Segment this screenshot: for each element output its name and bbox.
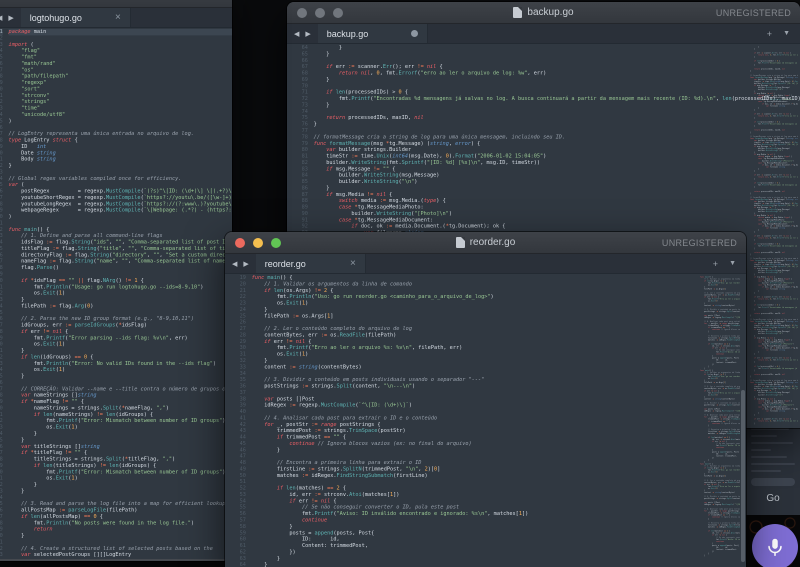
close-tab-icon[interactable]: × bbox=[350, 259, 356, 269]
minimize-window-button[interactable] bbox=[315, 8, 325, 18]
zoom-window-button[interactable] bbox=[333, 8, 343, 18]
code-area[interactable]: package main import ( "flag" "fmt" "math… bbox=[3, 29, 232, 559]
traffic-lights bbox=[235, 238, 281, 248]
close-tab-icon[interactable]: × bbox=[115, 13, 121, 23]
window-reorder: reorder.go UNREGISTERED ◀ ▶ reorder.go ×… bbox=[225, 232, 746, 567]
tabbar-backup: ◀ ▶ backup.go + ▼ bbox=[287, 24, 800, 44]
minimap[interactable]: } } if err := scanner.Err(); err != nil … bbox=[750, 46, 798, 426]
titlebar-logtohugo[interactable] bbox=[0, 0, 232, 8]
nav-back-icon[interactable]: ◀ bbox=[0, 14, 2, 22]
nav-back-icon[interactable]: ◀ bbox=[232, 260, 237, 268]
line-numbers: 1920212223242526272829303132333435363738… bbox=[225, 275, 246, 567]
nav-forward-icon[interactable]: ▶ bbox=[305, 30, 310, 38]
window-title: reorder.go bbox=[470, 237, 516, 248]
traffic-lights bbox=[297, 8, 343, 18]
overflow-menu-button[interactable]: ▼ bbox=[783, 30, 790, 37]
close-window-button[interactable] bbox=[297, 8, 307, 18]
tabbar-reorder: ◀ ▶ reorder.go × + ▼ bbox=[225, 254, 746, 274]
scrollbar[interactable] bbox=[741, 390, 745, 562]
tab-label: backup.go bbox=[327, 29, 369, 39]
tab-logtohugo[interactable]: logtohugo.go × bbox=[21, 8, 131, 27]
nav-back-icon[interactable]: ◀ bbox=[294, 30, 299, 38]
nav-forward-icon[interactable]: ▶ bbox=[243, 260, 248, 268]
unregistered-badge: UNREGISTERED bbox=[716, 8, 791, 18]
close-window-button[interactable] bbox=[235, 238, 245, 248]
new-tab-button[interactable]: + bbox=[713, 259, 718, 269]
microphone-button[interactable] bbox=[752, 524, 798, 567]
tab-label: logtohugo.go bbox=[30, 13, 82, 23]
microphone-icon bbox=[764, 536, 786, 558]
window-title: backup.go bbox=[527, 7, 573, 18]
editor-reorder[interactable]: 1920212223242526272829303132333435363738… bbox=[225, 274, 746, 567]
code-area[interactable]: } } if err := scanner.Err(); err != nil … bbox=[308, 45, 800, 236]
unregistered-badge: UNREGISTERED bbox=[662, 238, 737, 248]
nav-forward-icon[interactable]: ▶ bbox=[8, 14, 13, 22]
tab-label: reorder.go bbox=[265, 259, 306, 269]
desktop: Go backup.go UNREGISTERED bbox=[0, 0, 800, 567]
assistant-input[interactable] bbox=[751, 478, 795, 486]
tabbar-logtohugo: ◀ ▶ logtohugo.go × bbox=[0, 8, 232, 28]
titlebar-reorder[interactable]: reorder.go UNREGISTERED bbox=[225, 232, 746, 254]
minimap[interactable]: func main() { // 1. Validar os argumento… bbox=[700, 276, 740, 567]
assistant-canvas bbox=[746, 515, 800, 567]
zoom-window-button[interactable] bbox=[271, 238, 281, 248]
tab-backup[interactable]: backup.go bbox=[318, 24, 428, 43]
titlebar-backup[interactable]: backup.go UNREGISTERED bbox=[287, 2, 800, 24]
document-icon bbox=[513, 7, 522, 18]
document-icon bbox=[456, 237, 465, 248]
window-logtohugo: ◀ ▶ logtohugo.go × 123456789101112131415… bbox=[0, 0, 232, 561]
minimize-window-button[interactable] bbox=[253, 238, 263, 248]
code-area[interactable]: func main() { // 1. Validar os argumento… bbox=[246, 275, 528, 567]
go-button[interactable]: Go bbox=[746, 490, 800, 509]
new-tab-button[interactable]: + bbox=[767, 29, 772, 39]
modified-dot-icon[interactable] bbox=[411, 30, 418, 37]
line-numbers: 6465666768697071727374757677787980818283… bbox=[287, 45, 308, 236]
tab-reorder[interactable]: reorder.go × bbox=[256, 254, 366, 273]
editor-logtohugo[interactable]: 1234567891011121314151617181920212223242… bbox=[0, 28, 232, 559]
overflow-menu-button[interactable]: ▼ bbox=[729, 260, 736, 267]
